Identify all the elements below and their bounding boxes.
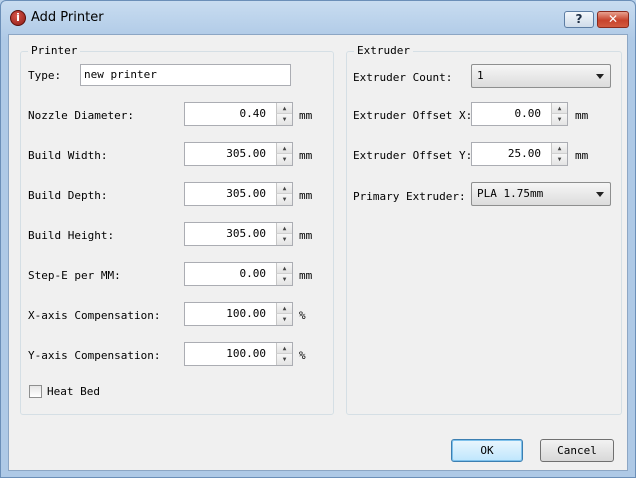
extruder-count-value: 1 <box>477 69 484 82</box>
spin-down-button[interactable]: ▼ <box>276 234 292 245</box>
extruder-offset-x-spinbox[interactable]: 0.00 ▲ ▼ <box>471 102 568 126</box>
spin-down-button[interactable]: ▼ <box>276 274 292 285</box>
app-icon: i <box>10 10 26 26</box>
step-e-spinbox[interactable]: 0.00 ▲ ▼ <box>184 262 293 286</box>
type-label: Type: <box>28 69 62 82</box>
build-depth-value: 305.00 <box>226 187 266 200</box>
chevron-down-icon <box>596 192 604 197</box>
heat-bed-label[interactable]: Heat Bed <box>47 385 100 398</box>
spin-up-button[interactable]: ▲ <box>276 303 292 314</box>
x-axis-compensation-label: X-axis Compensation: <box>28 309 161 322</box>
spin-up-button[interactable]: ▲ <box>276 143 292 154</box>
extruder-offset-x-value: 0.00 <box>514 107 542 120</box>
build-width-value: 305.00 <box>226 147 266 160</box>
build-depth-unit: mm <box>299 189 313 202</box>
build-height-spinbox[interactable]: 305.00 ▲ ▼ <box>184 222 293 246</box>
spin-up-button[interactable]: ▲ <box>551 143 567 154</box>
step-e-unit: mm <box>299 269 313 282</box>
spin-down-button[interactable]: ▼ <box>551 114 567 125</box>
extruder-offset-y-value: 25.00 <box>507 147 541 160</box>
spin-up-button[interactable]: ▲ <box>551 103 567 114</box>
cancel-button[interactable]: Cancel <box>540 439 614 462</box>
extruder-offset-y-spinbox[interactable]: 25.00 ▲ ▼ <box>471 142 568 166</box>
y-axis-compensation-value: 100.00 <box>226 347 266 360</box>
spin-up-button[interactable]: ▲ <box>276 103 292 114</box>
primary-extruder-dropdown[interactable]: PLA 1.75mm <box>471 182 611 206</box>
build-height-value: 305.00 <box>226 227 266 240</box>
build-depth-spinbox[interactable]: 305.00 ▲ ▼ <box>184 182 293 206</box>
spin-down-button[interactable]: ▼ <box>276 154 292 165</box>
step-e-label: Step-E per MM: <box>28 269 121 282</box>
spin-up-button[interactable]: ▲ <box>276 343 292 354</box>
type-input[interactable]: new printer <box>80 64 291 86</box>
build-width-label: Build Width: <box>28 149 108 162</box>
spin-down-button[interactable]: ▼ <box>276 194 292 205</box>
extruder-offset-x-label: Extruder Offset X: <box>353 109 473 122</box>
build-height-label: Build Height: <box>28 229 115 242</box>
spin-down-button[interactable]: ▼ <box>276 354 292 365</box>
primary-extruder-value: PLA 1.75mm <box>477 187 544 200</box>
window-title: Add Printer <box>31 10 104 25</box>
chevron-down-icon <box>596 74 604 79</box>
y-axis-compensation-spinbox[interactable]: 100.00 ▲ ▼ <box>184 342 293 366</box>
extruder-count-label: Extruder Count: <box>353 71 453 84</box>
nozzle-diameter-unit: mm <box>299 109 313 122</box>
x-axis-compensation-value: 100.00 <box>226 307 266 320</box>
y-axis-compensation-unit: % <box>299 349 306 362</box>
y-axis-compensation-label: Y-axis Compensation: <box>28 349 161 362</box>
x-axis-compensation-unit: % <box>299 309 306 322</box>
spin-up-button[interactable]: ▲ <box>276 183 292 194</box>
step-e-value: 0.00 <box>239 267 267 280</box>
nozzle-diameter-label: Nozzle Diameter: <box>28 109 134 122</box>
heat-bed-checkbox[interactable] <box>29 385 42 398</box>
printer-group-title: Printer <box>28 44 81 57</box>
spin-down-button[interactable]: ▼ <box>276 114 292 125</box>
x-axis-compensation-spinbox[interactable]: 100.00 ▲ ▼ <box>184 302 293 326</box>
extruder-offset-y-unit: mm <box>575 149 589 162</box>
nozzle-diameter-spinbox[interactable]: 0.40 ▲ ▼ <box>184 102 293 126</box>
build-depth-label: Build Depth: <box>28 189 108 202</box>
close-button[interactable]: ✕ <box>597 11 629 28</box>
title-bar: i Add Printer ? ✕ <box>1 1 635 34</box>
type-input-value: new printer <box>84 68 157 81</box>
build-width-spinbox[interactable]: 305.00 ▲ ▼ <box>184 142 293 166</box>
extruder-count-dropdown[interactable]: 1 <box>471 64 611 88</box>
spin-up-button[interactable]: ▲ <box>276 263 292 274</box>
spin-down-button[interactable]: ▼ <box>551 154 567 165</box>
dialog-client-area: Printer Type: new printer Nozzle Diamete… <box>8 34 628 471</box>
nozzle-diameter-value: 0.40 <box>239 107 267 120</box>
build-width-unit: mm <box>299 149 313 162</box>
spin-up-button[interactable]: ▲ <box>276 223 292 234</box>
primary-extruder-label: Primary Extruder: <box>353 190 466 203</box>
add-printer-dialog: i Add Printer ? ✕ Printer Type: new prin… <box>0 0 636 478</box>
help-button[interactable]: ? <box>564 11 594 28</box>
extruder-offset-y-label: Extruder Offset Y: <box>353 149 473 162</box>
extruder-group-title: Extruder <box>354 44 413 57</box>
build-height-unit: mm <box>299 229 313 242</box>
extruder-offset-x-unit: mm <box>575 109 589 122</box>
spin-down-button[interactable]: ▼ <box>276 314 292 325</box>
ok-button[interactable]: OK <box>451 439 523 462</box>
